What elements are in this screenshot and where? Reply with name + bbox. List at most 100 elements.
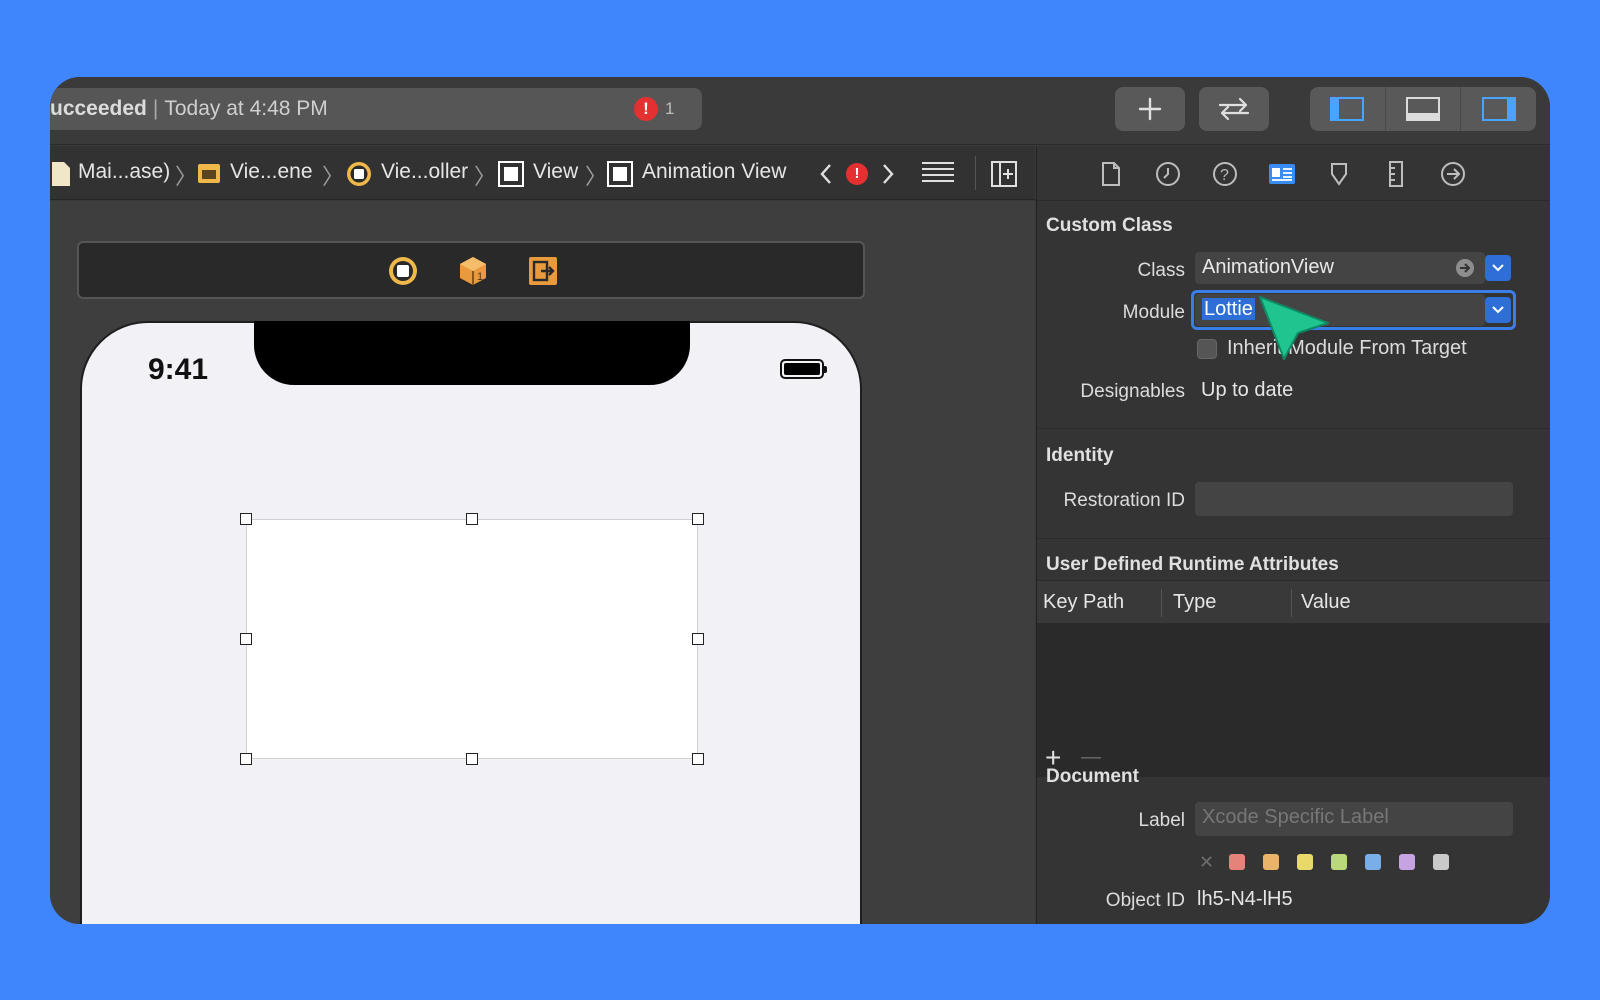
divider — [1037, 200, 1550, 201]
chevron-right-icon: 〉 — [175, 164, 198, 189]
label-color-blue[interactable] — [1365, 854, 1381, 870]
arrows-swap-icon — [1218, 97, 1250, 121]
first-responder-icon[interactable]: 1 — [457, 255, 489, 287]
breadcrumb-scene[interactable]: Vie...ene — [230, 160, 313, 184]
label-color-red[interactable] — [1229, 854, 1245, 870]
designables-value: Up to date — [1201, 379, 1294, 401]
go-to-class-icon[interactable] — [1455, 258, 1475, 278]
label-color-orange[interactable] — [1263, 854, 1279, 870]
inspector-tabs: ? — [1037, 146, 1550, 200]
issue-badge-icon[interactable]: ! — [846, 163, 868, 185]
column-key-path[interactable]: Key Path — [1043, 591, 1124, 614]
document-title: Document — [1046, 766, 1139, 787]
runtime-attributes-table[interactable] — [1037, 624, 1550, 744]
class-dropdown-button[interactable] — [1485, 255, 1511, 281]
status-separator: | — [152, 97, 159, 120]
toggle-debug-area-button[interactable] — [1384, 87, 1461, 131]
chevron-right-icon[interactable] — [880, 162, 896, 186]
module-dropdown-button[interactable] — [1485, 297, 1511, 323]
chevron-right-icon: 〉 — [585, 164, 608, 189]
add-library-button[interactable] — [1115, 87, 1185, 131]
resize-handle[interactable] — [466, 513, 478, 525]
notch — [254, 321, 690, 385]
breadcrumb-animation-view[interactable]: Animation View — [642, 160, 786, 184]
resize-handle[interactable] — [466, 753, 478, 765]
module-label: Module — [1122, 302, 1185, 323]
divider — [1037, 538, 1550, 539]
scene-dock: 1 — [77, 241, 865, 299]
attributes-inspector-icon[interactable] — [1325, 160, 1353, 188]
identity-inspector-icon[interactable] — [1268, 160, 1296, 188]
label-color-yellow[interactable] — [1297, 854, 1313, 870]
runtime-attributes-header: Key Path Type Value — [1037, 580, 1550, 624]
column-value[interactable]: Value — [1301, 591, 1351, 614]
designables-label: Designables — [1080, 381, 1185, 402]
label-label: Label — [1138, 810, 1186, 831]
resize-handle[interactable] — [240, 753, 252, 765]
chevron-left-icon[interactable] — [818, 162, 834, 186]
restoration-id-label: Restoration ID — [1063, 490, 1185, 511]
bottom-panel-icon — [1406, 97, 1440, 121]
right-panel-icon — [1481, 97, 1516, 121]
object-id-value: lh5-N4-lH5 — [1197, 888, 1293, 910]
breadcrumb-storyboard[interactable]: Mai...ase) — [78, 160, 170, 184]
inherit-module-checkbox[interactable] — [1197, 339, 1217, 359]
label-color-purple[interactable] — [1399, 854, 1415, 870]
xcode-label-field[interactable]: Xcode Specific Label — [1195, 802, 1513, 836]
history-inspector-icon[interactable] — [1154, 160, 1182, 188]
resize-handle[interactable] — [240, 633, 252, 645]
left-panel-icon — [1330, 97, 1365, 121]
build-status[interactable]: ucceeded | Today at 4:48 PM ! 1 — [50, 88, 702, 130]
resize-handle[interactable] — [692, 633, 704, 645]
chevron-right-icon: 〉 — [322, 164, 345, 189]
xcode-window: ucceeded | Today at 4:48 PM ! 1 Mai...ase)… — [50, 77, 1550, 924]
divider — [1037, 428, 1550, 429]
inspector-panel: ? Custom Class Class AnimationView Modul… — [1036, 146, 1550, 924]
view-controller-icon — [347, 162, 371, 186]
restoration-id-field[interactable] — [1195, 482, 1513, 516]
storyboard-file-icon — [52, 162, 70, 186]
runtime-attributes-title: User Defined Runtime Attributes — [1046, 554, 1339, 575]
plus-icon — [1138, 97, 1162, 121]
animation-view[interactable] — [246, 519, 698, 759]
view-controller-icon[interactable] — [387, 255, 419, 287]
label-color-green[interactable] — [1331, 854, 1347, 870]
toggle-inspector-button[interactable] — [1460, 87, 1536, 131]
column-divider — [1161, 589, 1162, 617]
jumpbar-divider — [975, 156, 976, 190]
column-type[interactable]: Type — [1173, 591, 1216, 614]
module-field[interactable]: Lottie — [1195, 294, 1485, 326]
size-inspector-icon[interactable] — [1382, 160, 1410, 188]
battery-icon — [780, 359, 827, 379]
connections-inspector-icon[interactable] — [1439, 160, 1467, 188]
view-icon — [607, 161, 633, 187]
file-inspector-icon[interactable] — [1097, 160, 1125, 188]
resize-handle[interactable] — [692, 753, 704, 765]
iphone-frame: 9:41 — [80, 321, 862, 924]
build-status-text: ucceeded — [50, 97, 147, 120]
exit-icon[interactable] — [527, 255, 559, 287]
class-field[interactable]: AnimationView — [1195, 252, 1485, 284]
status-bar-time: 9:41 — [148, 353, 209, 386]
column-divider — [1291, 589, 1292, 617]
panel-toggle-group — [1310, 87, 1536, 131]
toggle-navigator-button[interactable] — [1310, 87, 1385, 131]
object-id-label: Object ID — [1105, 890, 1185, 911]
breadcrumb-view-controller[interactable]: Vie...oller — [381, 160, 468, 184]
help-inspector-icon[interactable]: ? — [1211, 160, 1239, 188]
document-outline-icon[interactable] — [920, 160, 956, 186]
storyboard-canvas[interactable]: 1 9:41 — [50, 201, 1035, 924]
view-icon — [498, 161, 524, 187]
add-editor-icon[interactable] — [990, 160, 1018, 188]
build-time: Today at 4:48 PM — [164, 97, 328, 120]
resize-handle[interactable] — [240, 513, 252, 525]
breadcrumb-view[interactable]: View — [533, 160, 578, 184]
label-color-gray[interactable] — [1433, 854, 1449, 870]
clear-label-icon[interactable]: ✕ — [1199, 852, 1214, 873]
module-value: Lottie — [1202, 298, 1255, 320]
code-review-button[interactable] — [1199, 87, 1269, 131]
pointer-cursor-icon — [1259, 296, 1329, 360]
resize-handle[interactable] — [692, 513, 704, 525]
custom-class-title: Custom Class — [1046, 215, 1173, 236]
error-badge-icon[interactable]: ! — [634, 97, 658, 121]
